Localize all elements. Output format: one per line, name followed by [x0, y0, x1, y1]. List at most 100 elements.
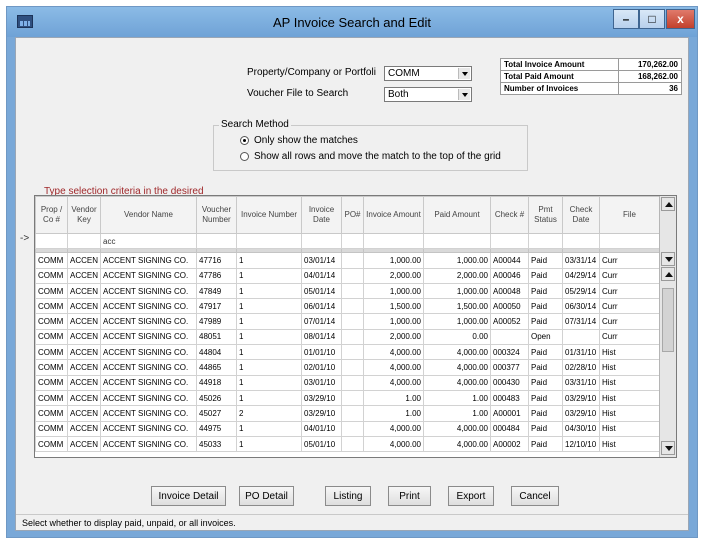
- column-header[interactable]: Check Date: [562, 196, 600, 234]
- table-cell: ACCENT SIGNING CO.: [100, 405, 197, 422]
- column-header[interactable]: PO#: [341, 196, 364, 234]
- table-cell: 4,000.00: [363, 344, 424, 361]
- table-cell: Paid: [528, 389, 563, 407]
- column-header[interactable]: File: [599, 196, 660, 234]
- table-cell: 47849: [196, 282, 237, 300]
- radio-show-all-rows[interactable]: Show all rows and move the match to the …: [240, 151, 501, 162]
- minimize-icon: –: [622, 12, 630, 26]
- table-cell: 1: [236, 435, 302, 453]
- scroll-down-button[interactable]: [661, 252, 675, 266]
- column-header[interactable]: Voucher Number: [196, 196, 237, 234]
- table-cell: Paid: [528, 374, 563, 391]
- column-header[interactable]: Check #: [490, 196, 529, 234]
- table-cell: Paid: [528, 313, 563, 330]
- table-cell: ACCEN: [67, 405, 101, 422]
- table-cell: [341, 298, 364, 315]
- table-cell: COMM: [35, 313, 68, 330]
- total-invoice-value: 170,262.00: [617, 58, 683, 71]
- table-cell: 03/01/14: [301, 252, 342, 269]
- table-row[interactable]: COMM ACCEN ACCENT SIGNING CO. 45027 2 03/29/1…: [35, 405, 660, 422]
- table-cell: 2: [236, 405, 302, 422]
- chevron-down-icon[interactable]: [458, 89, 470, 100]
- filter-cell[interactable]: [341, 232, 364, 250]
- table-row[interactable]: COMM ACCEN ACCENT SIGNING CO. 47786 1 04/01/1…: [35, 267, 660, 284]
- title-bar[interactable]: AP Invoice Search and Edit – □ x: [7, 7, 697, 37]
- table-cell: 1,000.00: [363, 252, 424, 269]
- radio-unselected-icon[interactable]: [240, 152, 249, 161]
- table-row[interactable]: COMM ACCEN ACCENT SIGNING CO. 47716 1 03/01/1…: [35, 252, 660, 269]
- filter-cell[interactable]: [562, 232, 600, 250]
- filter-cell[interactable]: [490, 232, 529, 250]
- close-button[interactable]: x: [666, 9, 695, 29]
- listing-button[interactable]: Listing: [325, 486, 371, 506]
- invoice-grid[interactable]: Prop / Co # Vendor Key Vendor Name Voucher …: [34, 195, 677, 458]
- table-cell: Curr: [599, 252, 660, 269]
- table-cell: 03/31/10: [562, 374, 600, 391]
- table-row[interactable]: COMM ACCEN ACCENT SIGNING CO. 44865 1 02/01/1…: [35, 359, 660, 376]
- filter-cell[interactable]: [236, 232, 302, 250]
- voucher-file-select[interactable]: Both: [384, 87, 472, 102]
- po-detail-button[interactable]: PO Detail: [239, 486, 294, 506]
- maximize-button[interactable]: □: [639, 9, 665, 29]
- cancel-button[interactable]: Cancel: [511, 486, 559, 506]
- table-row[interactable]: COMM ACCEN ACCENT SIGNING CO. 47917 1 06/01/1…: [35, 298, 660, 315]
- minimize-button[interactable]: –: [613, 9, 639, 29]
- filter-cell[interactable]: [67, 232, 101, 250]
- table-cell: 4,000.00: [423, 420, 491, 437]
- scroll-up-button[interactable]: [661, 197, 675, 211]
- table-cell: 1,000.00: [363, 282, 424, 300]
- table-cell: 08/01/14: [301, 328, 342, 346]
- filter-cell[interactable]: [599, 232, 660, 250]
- search-method-group: Search Method Only show the matches Show…: [213, 119, 528, 171]
- scroll-page-up-button[interactable]: [661, 267, 675, 281]
- table-row[interactable]: COMM ACCEN ACCENT SIGNING CO. 44804 1 01/01/1…: [35, 344, 660, 361]
- filter-cell[interactable]: [196, 232, 237, 250]
- chevron-down-icon[interactable]: [458, 68, 470, 79]
- table-cell: 1: [236, 374, 302, 391]
- table-cell: Curr: [599, 328, 660, 346]
- table-cell: 03/29/10: [301, 405, 342, 422]
- property-select[interactable]: COMM: [384, 66, 472, 81]
- radio-show-all-rows-label: Show all rows and move the match to the …: [254, 151, 501, 162]
- table-cell: 44975: [196, 420, 237, 437]
- column-header[interactable]: Vendor Name: [100, 196, 197, 234]
- column-header[interactable]: Vendor Key: [67, 196, 101, 234]
- invoice-detail-button[interactable]: Invoice Detail: [151, 486, 226, 506]
- scroll-bottom-button[interactable]: [661, 441, 675, 455]
- column-header[interactable]: Invoice Date: [301, 196, 342, 234]
- radio-only-matches[interactable]: Only show the matches: [240, 135, 358, 146]
- table-cell: Hist: [599, 359, 660, 376]
- scrollbar-thumb[interactable]: [662, 288, 674, 352]
- column-header[interactable]: Paid Amount: [423, 196, 491, 234]
- filter-cell[interactable]: [35, 232, 68, 250]
- filter-cell[interactable]: [363, 232, 424, 250]
- table-row[interactable]: COMM ACCEN ACCENT SIGNING CO. 45033 1 05/01/1…: [35, 435, 660, 453]
- table-cell: 02/01/10: [301, 359, 342, 376]
- filter-cell[interactable]: [301, 232, 342, 250]
- column-header[interactable]: Prop / Co #: [35, 196, 68, 234]
- column-header[interactable]: Invoice Amount: [363, 196, 424, 234]
- print-button[interactable]: Print: [388, 486, 431, 506]
- table-row[interactable]: COMM ACCEN ACCENT SIGNING CO. 48051 1 08/01/1…: [35, 328, 660, 346]
- table-row[interactable]: COMM ACCEN ACCENT SIGNING CO. 45026 1 03/29/1…: [35, 389, 660, 407]
- table-cell: Curr: [599, 267, 660, 284]
- column-header[interactable]: Invoice Number: [236, 196, 302, 234]
- table-row[interactable]: COMM ACCEN ACCENT SIGNING CO. 44975 1 04/01/1…: [35, 420, 660, 437]
- column-header[interactable]: Pmt Status: [528, 196, 563, 234]
- filter-cell[interactable]: acc: [100, 232, 197, 250]
- table-cell: 05/01/10: [301, 435, 342, 453]
- table-row[interactable]: COMM ACCEN ACCENT SIGNING CO. 47849 1 05/01/1…: [35, 282, 660, 300]
- table-cell: Paid: [528, 359, 563, 376]
- table-cell: 07/01/14: [301, 313, 342, 330]
- table-cell: 47786: [196, 267, 237, 284]
- table-row[interactable]: COMM ACCEN ACCENT SIGNING CO. 47989 1 07/01/1…: [35, 313, 660, 330]
- filter-cell[interactable]: [423, 232, 491, 250]
- radio-selected-icon[interactable]: [240, 136, 249, 145]
- table-row[interactable]: COMM ACCEN ACCENT SIGNING CO. 44918 1 03/01/1…: [35, 374, 660, 391]
- vertical-scrollbar[interactable]: [659, 196, 676, 457]
- export-button[interactable]: Export: [448, 486, 494, 506]
- table-cell: 000324: [490, 344, 529, 361]
- table-cell: Paid: [528, 435, 563, 453]
- table-cell: 04/01/10: [301, 420, 342, 437]
- filter-cell[interactable]: [528, 232, 563, 250]
